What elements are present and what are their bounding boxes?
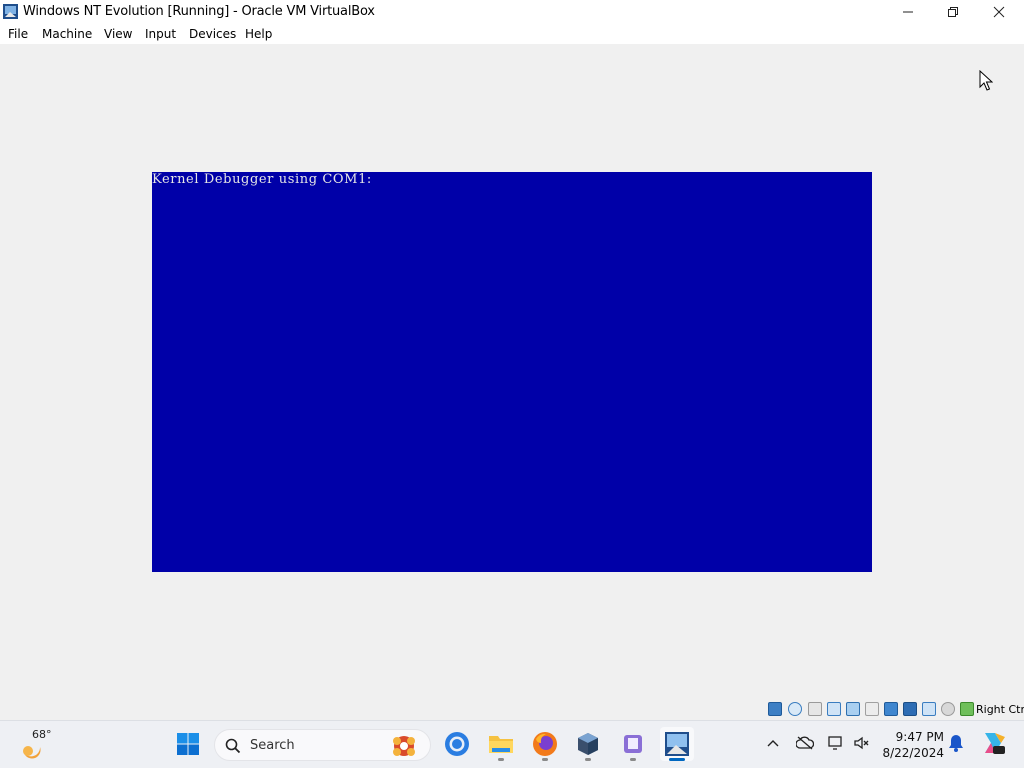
floppy-icon[interactable] <box>808 702 822 716</box>
copilot-button[interactable] <box>980 730 1006 756</box>
mouse-cursor-icon <box>979 70 993 91</box>
search-highlight-icon <box>393 736 415 756</box>
virtualbox-icon <box>3 4 18 19</box>
network-icon <box>828 736 842 750</box>
taskbar-notes-app[interactable] <box>616 727 650 761</box>
show-hidden-icons-button[interactable] <box>763 733 783 753</box>
start-button[interactable] <box>171 727 205 761</box>
recording-icon[interactable] <box>922 702 936 716</box>
bell-icon <box>949 735 963 752</box>
notifications-button[interactable] <box>946 733 966 753</box>
running-indicator <box>498 758 504 761</box>
copilot-icon <box>985 733 1005 754</box>
menu-input[interactable]: Input <box>145 27 176 41</box>
windows-start-icon <box>177 733 199 755</box>
guest-screen[interactable]: Kernel Debugger using COM1: <box>152 172 872 572</box>
taskbar-chrome[interactable] <box>440 727 474 761</box>
menu-bar: File Machine View Input Devices Help <box>0 24 1024 44</box>
weather-widget[interactable]: 68° <box>18 727 58 763</box>
running-indicator <box>630 758 636 761</box>
network-icon[interactable] <box>846 702 860 716</box>
taskbar-clock[interactable]: 9:47 PM 8/22/2024 <box>880 729 944 761</box>
taskbar-firefox[interactable] <box>528 727 562 761</box>
tray-volume[interactable] <box>852 733 872 753</box>
menu-help[interactable]: Help <box>245 27 272 41</box>
cpu-icon[interactable] <box>941 702 955 716</box>
close-button[interactable] <box>976 0 1022 24</box>
chevron-up-icon <box>767 740 779 747</box>
audio-icon[interactable] <box>827 702 841 716</box>
notes-app-icon <box>624 735 642 753</box>
speaker-muted-icon <box>854 736 869 750</box>
taskbar-file-explorer[interactable] <box>484 727 518 761</box>
display-icon[interactable] <box>903 702 917 716</box>
cloud-offline-icon <box>796 736 814 750</box>
taskbar-vm-window[interactable] <box>660 727 694 761</box>
close-icon <box>993 6 1005 18</box>
weather-temperature: 68° <box>32 728 52 741</box>
tray-network[interactable] <box>826 733 846 753</box>
tray-onedrive[interactable] <box>795 733 815 753</box>
minimize-button[interactable] <box>885 0 931 24</box>
host-key-label[interactable]: Right Ctrl <box>976 703 1024 716</box>
keyboard-icon[interactable] <box>960 702 974 716</box>
vm-status-bar: Right Ctrl <box>0 698 1024 720</box>
menu-devices[interactable]: Devices <box>189 27 236 41</box>
minimize-icon <box>903 11 913 13</box>
taskbar: 68° Search 9:47 PM 8/22/2024 <box>0 720 1024 768</box>
hard-disk-icon[interactable] <box>768 702 782 716</box>
virtualbox-vm-icon <box>665 732 689 756</box>
file-explorer-icon <box>489 736 513 753</box>
search-placeholder: Search <box>250 738 295 753</box>
firefox-icon <box>533 732 557 756</box>
shared-folders-icon[interactable] <box>884 702 898 716</box>
chrome-icon <box>445 732 469 756</box>
clock-date: 8/22/2024 <box>882 746 944 760</box>
weather-icon <box>23 746 41 759</box>
usb-icon[interactable] <box>865 702 879 716</box>
menu-machine[interactable]: Machine <box>42 27 92 41</box>
active-indicator <box>669 758 685 761</box>
menu-view[interactable]: View <box>104 27 132 41</box>
taskbar-virtualbox-manager[interactable] <box>571 727 605 761</box>
menu-file[interactable]: File <box>8 27 28 41</box>
kernel-debugger-message: Kernel Debugger using COM1: <box>152 172 372 187</box>
window-title: Windows NT Evolution [Running] - Oracle … <box>23 4 375 19</box>
maximize-button[interactable] <box>930 0 976 24</box>
virtualbox-cube-icon <box>578 733 598 755</box>
title-bar: Windows NT Evolution [Running] - Oracle … <box>0 0 1024 24</box>
optical-drive-icon[interactable] <box>788 702 802 716</box>
taskbar-search-box[interactable]: Search <box>214 729 431 761</box>
running-indicator <box>585 758 591 761</box>
running-indicator <box>542 758 548 761</box>
restore-icon <box>948 7 958 17</box>
search-icon <box>225 738 241 754</box>
clock-time: 9:47 PM <box>895 730 944 744</box>
